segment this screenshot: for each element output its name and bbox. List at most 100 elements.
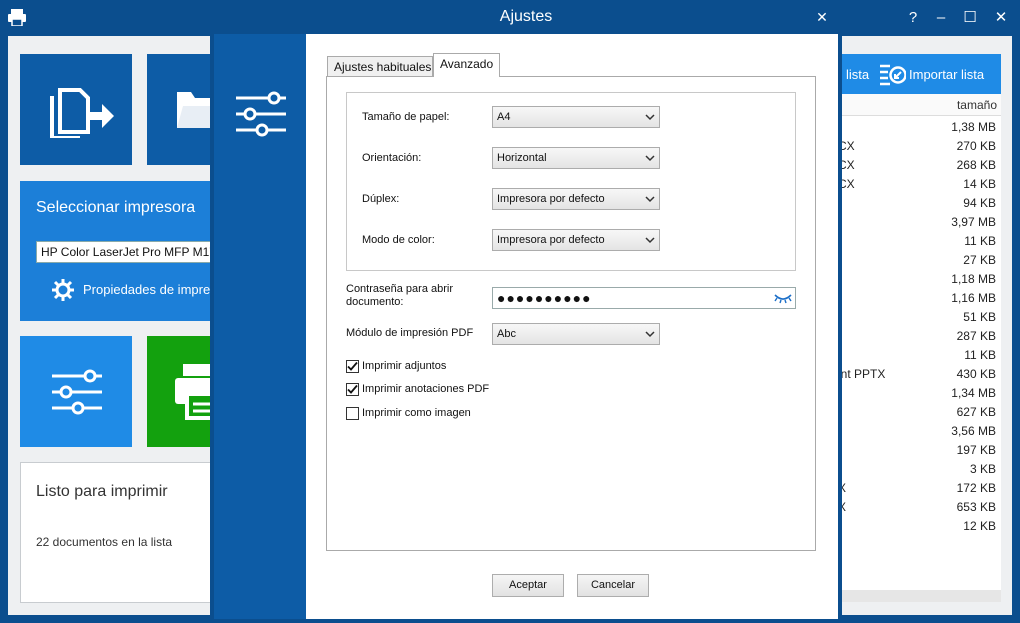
tab-basic-settings[interactable]: Ajustes habituales (327, 56, 433, 77)
checkmark-icon (347, 361, 358, 371)
settings-dialog: Ajustes ✕ Ajustes habituales Avanzado Ta… (210, 0, 842, 623)
show-password-eye-icon[interactable] (774, 292, 792, 304)
list-item[interactable]: 3 KB (838, 460, 1001, 479)
open-folder-tile[interactable] (147, 54, 217, 165)
checkbox-box[interactable] (346, 360, 359, 373)
paper-size-label: Tamaño de papel: (362, 111, 450, 123)
list-item[interactable]: X 653 KB (838, 498, 1001, 517)
color-mode-select[interactable]: Impresora por defecto (492, 229, 660, 251)
password-label-line2: documento: (346, 296, 404, 308)
orientation-value: Horizontal (497, 152, 547, 164)
list-item[interactable]: t1,18 MB (838, 270, 1001, 289)
list-item[interactable]: 197 KB (838, 441, 1001, 460)
tab-advanced[interactable]: Avanzado (433, 53, 500, 77)
convert-tile[interactable] (20, 54, 132, 165)
ok-button[interactable]: Aceptar (492, 574, 564, 597)
chevron-down-icon (645, 331, 655, 338)
list-item[interactable]: t287 KB (838, 327, 1001, 346)
list-item[interactable]: CX 14 KB (838, 175, 1001, 194)
list-item[interactable]: 11 KB (838, 232, 1001, 251)
duplex-label: Dúplex: (362, 193, 400, 205)
list-item[interactable]: 12 KB (838, 517, 1001, 536)
password-field[interactable]: ●●●●●●●●●● (492, 287, 796, 309)
list-item[interactable]: t51 KB (838, 308, 1001, 327)
list-item[interactable]: int PPTX 430 KB (838, 365, 1001, 384)
list-item-size: 51 KB (963, 310, 996, 324)
list-item-size: 3,56 MB (951, 424, 996, 438)
chevron-down-icon (645, 196, 655, 203)
checkbox-box[interactable] (346, 407, 359, 420)
cancel-button[interactable]: Cancelar (577, 574, 649, 597)
close-button[interactable]: ✕ (988, 6, 1014, 30)
pdf-module-select[interactable]: Abc (492, 323, 660, 345)
list-item-size: 1,18 MB (951, 272, 996, 286)
list-item-size: 268 KB (956, 158, 996, 172)
list-item-size: 1,38 MB (951, 120, 996, 134)
list-scrollbar[interactable] (838, 590, 1001, 602)
list-item-size: 287 KB (956, 329, 996, 343)
list-item-size: 3 KB (969, 462, 996, 476)
list-item-size: 653 KB (956, 500, 996, 514)
status-tile: Listo para imprimir 22 documentos en la … (20, 462, 217, 603)
settings-tile[interactable] (20, 336, 132, 447)
gear-icon (52, 279, 74, 301)
list-item-size: 172 KB (956, 481, 996, 495)
help-button[interactable]: ? (900, 6, 926, 30)
maximize-button[interactable]: ☐ (957, 6, 983, 30)
list-item[interactable]: 1,38 MB (838, 118, 1001, 137)
list-item-size: 430 KB (956, 367, 996, 381)
pdf-module-label: Módulo de impresión PDF (346, 327, 474, 339)
printer-select-title: Seleccionar impresora (36, 199, 196, 216)
document-count: 22 documentos en la lista (36, 535, 173, 549)
print-attachments-label: Imprimir adjuntos (362, 360, 447, 372)
list-item[interactable]: 627 KB (838, 403, 1001, 422)
list-item[interactable]: t1,16 MB (838, 289, 1001, 308)
paper-size-select[interactable]: A4 (492, 106, 660, 128)
checkmark-icon (347, 384, 358, 394)
advanced-panel: Tamaño de papel: A4 Orientación: Horizon… (326, 76, 816, 551)
chevron-down-icon (645, 114, 655, 121)
list-item-size: 627 KB (956, 405, 996, 419)
list-link[interactable]: lista (846, 67, 869, 82)
printer-select-dropdown[interactable]: HP Color LaserJet Pro MFP M176n (36, 241, 226, 263)
list-toolbar: lista Importar lista (838, 54, 1001, 94)
list-item[interactable]: 1,34 MB (838, 384, 1001, 403)
list-item-size: 3,97 MB (951, 215, 996, 229)
dialog-content: Ajustes habituales Avanzado Tamaño de pa… (306, 34, 838, 619)
duplex-select[interactable]: Impresora por defecto (492, 188, 660, 210)
print-as-image-label: Imprimir como imagen (362, 407, 471, 419)
print-tile[interactable] (147, 336, 217, 447)
list-item-size: 14 KB (963, 177, 996, 191)
list-item[interactable]: X 172 KB (838, 479, 1001, 498)
list-item[interactable]: 11 KB (838, 346, 1001, 365)
dialog-close-button[interactable]: ✕ (810, 5, 834, 29)
file-list: tamaño 1,38 MB CX 270 KB CX 268 KB CX 14 KB 94 … (838, 94, 1001, 601)
pdf-module-value: Abc (497, 328, 516, 340)
list-item-size: 12 KB (963, 519, 996, 533)
list-item-size: 1,34 MB (951, 386, 996, 400)
print-annotations-label: Imprimir anotaciones PDF (362, 383, 490, 395)
checkbox-box[interactable] (346, 383, 359, 396)
paper-size-value: A4 (497, 111, 511, 123)
size-column-header[interactable]: tamaño (838, 94, 1001, 116)
dialog-sidebar (214, 34, 306, 619)
orientation-select[interactable]: Horizontal (492, 147, 660, 169)
list-item[interactable]: CX 270 KB (838, 137, 1001, 156)
color-mode-value: Impresora por defecto (497, 234, 605, 246)
list-item-size: 94 KB (963, 196, 996, 210)
printer-select-tile: Seleccionar impresora HP Color LaserJet … (20, 181, 235, 321)
list-item[interactable]: 3,56 MB (838, 422, 1001, 441)
list-item[interactable]: 94 KB (838, 194, 1001, 213)
minimize-button[interactable]: – (928, 6, 954, 30)
password-label-line1: Contraseña para abrir (346, 283, 454, 295)
import-list-button[interactable]: Importar lista (909, 67, 984, 82)
list-item[interactable]: 27 KB (838, 251, 1001, 270)
password-value: ●●●●●●●●●● (497, 290, 592, 306)
list-item[interactable]: CX 268 KB (838, 156, 1001, 175)
list-item-size: 11 KB (964, 348, 996, 362)
chevron-down-icon (645, 237, 655, 244)
list-item-name: int PPTX (838, 367, 886, 381)
list-item[interactable]: 3,97 MB (838, 213, 1001, 232)
printer-app-icon (8, 9, 26, 29)
chevron-down-icon (645, 155, 655, 162)
